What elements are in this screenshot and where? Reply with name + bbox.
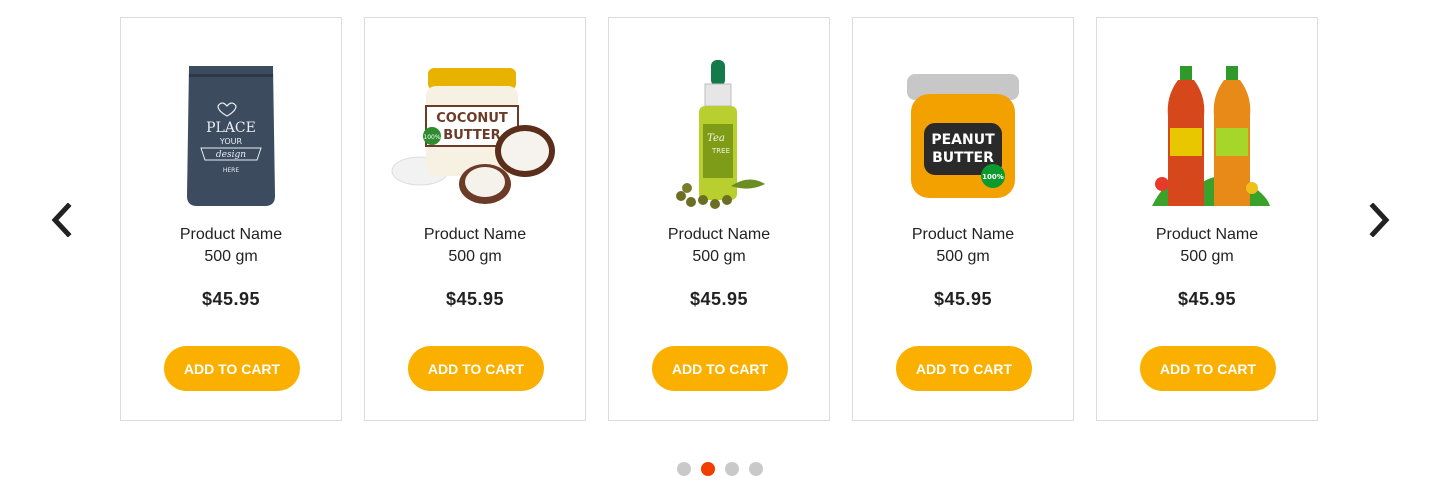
svg-text:100%: 100% (423, 134, 440, 141)
product-price: $45.95 (933, 289, 993, 309)
juice-bottles-image (1152, 66, 1270, 206)
svg-text:TREE: TREE (711, 147, 730, 155)
tea-tree-oil-bottle-image: Tea TREE (676, 60, 765, 209)
product-price: $45.95 (445, 289, 505, 309)
product-card: PEANUT BUTTER 100% Product Name 500 gm $… (852, 17, 1074, 421)
chevron-left-icon (51, 203, 72, 237)
svg-text:Tea: Tea (707, 133, 725, 144)
svg-text:PEANUT: PEANUT (931, 132, 995, 148)
product-price: $45.95 (689, 289, 749, 309)
product-image: COCONUT BUTTER 100% (365, 48, 585, 224)
product-price: $45.95 (201, 289, 261, 309)
svg-text:design: design (216, 150, 246, 160)
product-name: Product Name (1155, 226, 1259, 243)
product-image: Tea TREE (609, 48, 829, 224)
peanut-butter-jar-image: PEANUT BUTTER 100% (907, 74, 1019, 198)
product-image: PEANUT BUTTER 100% (853, 48, 1073, 224)
add-to-cart-button[interactable]: ADD TO CART (1140, 346, 1276, 391)
pagination-dot[interactable] (749, 462, 763, 476)
pagination-dot[interactable] (701, 462, 715, 476)
product-carousel: PLACE YOUR design HERE Product Name 500 … (0, 0, 1440, 498)
product-weight: 500 gm (692, 248, 746, 265)
svg-text:BUTTER: BUTTER (932, 150, 994, 166)
add-to-cart-button[interactable]: ADD TO CART (652, 346, 788, 391)
coffee-pouch-image: PLACE YOUR design HERE (187, 66, 275, 206)
pagination-dot[interactable] (725, 462, 739, 476)
svg-text:100%: 100% (982, 173, 1004, 181)
product-card: Tea TREE Product Name 500 gm $45.95 ADD … (608, 17, 830, 421)
product-card: COCONUT BUTTER 100% Product Name 500 gm … (364, 17, 586, 421)
product-weight: 500 gm (936, 248, 990, 265)
product-weight: 500 gm (1180, 248, 1234, 265)
svg-text:HERE: HERE (223, 167, 239, 174)
product-name: Product Name (179, 226, 283, 243)
add-to-cart-button[interactable]: ADD TO CART (164, 346, 300, 391)
svg-text:BUTTER: BUTTER (443, 128, 500, 143)
product-name: Product Name (423, 226, 527, 243)
product-weight: 500 gm (204, 248, 258, 265)
svg-text:COCONUT: COCONUT (436, 111, 508, 126)
chevron-right-icon (1369, 203, 1390, 237)
carousel-next-button[interactable] (1360, 200, 1400, 240)
svg-text:PLACE: PLACE (206, 120, 256, 136)
product-image: PLACE YOUR design HERE (121, 48, 341, 224)
carousel-pagination (677, 462, 763, 476)
product-image (1097, 48, 1317, 224)
product-name: Product Name (667, 226, 771, 243)
carousel-prev-button[interactable] (41, 200, 81, 240)
add-to-cart-button[interactable]: ADD TO CART (408, 346, 544, 391)
product-card: PLACE YOUR design HERE Product Name 500 … (120, 17, 342, 421)
coconut-butter-jar-image: COCONUT BUTTER 100% (391, 68, 555, 204)
product-price: $45.95 (1177, 289, 1237, 309)
product-weight: 500 gm (448, 248, 502, 265)
svg-text:YOUR: YOUR (219, 137, 243, 146)
product-card: Product Name 500 gm $45.95 ADD TO CART (1096, 17, 1318, 421)
add-to-cart-button[interactable]: ADD TO CART (896, 346, 1032, 391)
pagination-dot[interactable] (677, 462, 691, 476)
product-name: Product Name (911, 226, 1015, 243)
